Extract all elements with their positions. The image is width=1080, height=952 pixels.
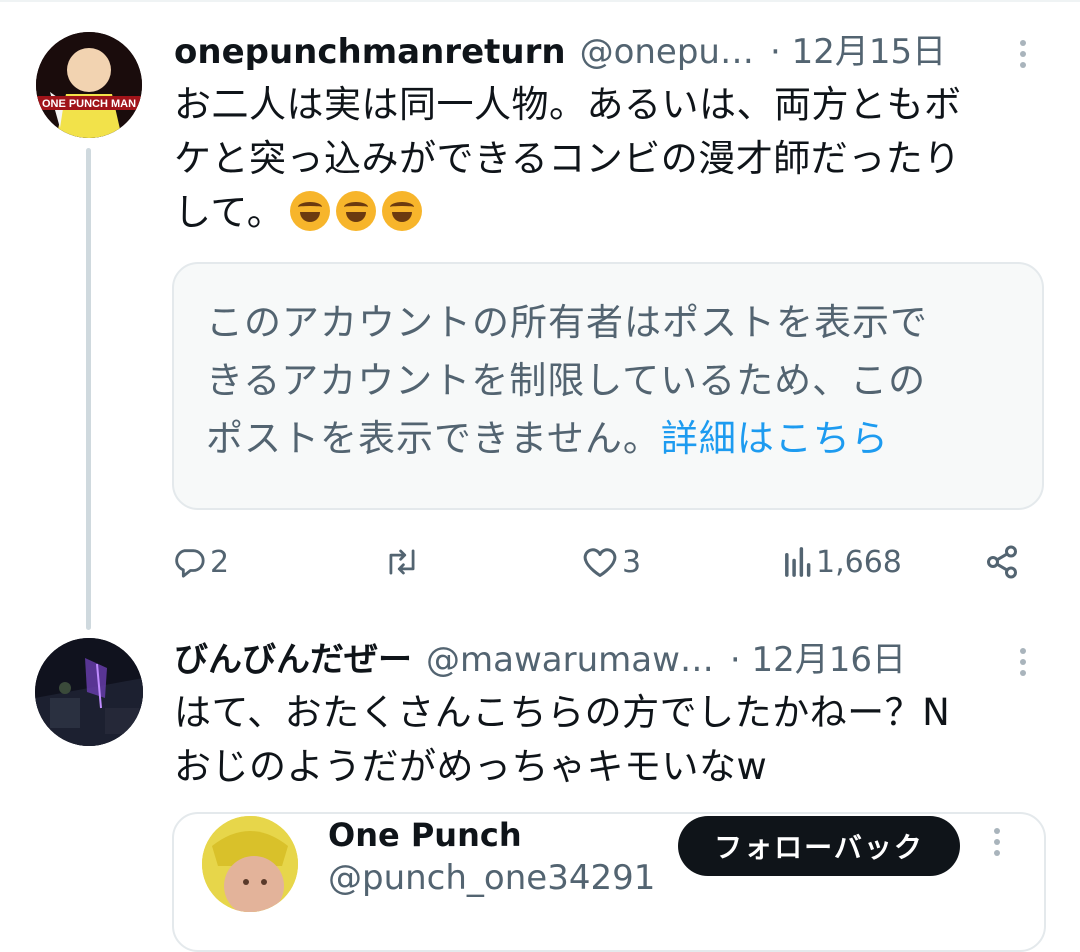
more-options-icon[interactable] <box>1016 40 1030 73</box>
user-handle[interactable]: @onepu… <box>580 32 754 72</box>
post-text: お二人は実は同一人物。あるいは、両方ともボ ケと突っ込みができるコンビの漫才師だ… <box>174 78 1044 240</box>
like-count: 3 <box>622 544 642 580</box>
avatar-binbindaze[interactable] <box>35 638 143 746</box>
restricted-post-notice: このアカウントの所有者はポストを表示で きるアカウントを制限しているため、この … <box>172 262 1044 510</box>
reply-icon <box>175 549 205 578</box>
post-text-line: はて、おたくさんこちらの方でしたかねー？N <box>174 691 951 734</box>
repost-button[interactable] <box>384 540 424 584</box>
views-count: 1,668 <box>816 544 902 580</box>
post-actions-bar: 2 3 1,668 <box>172 540 1032 584</box>
quoted-user-handle[interactable]: @punch_one34291 <box>328 858 655 898</box>
thread-connector-line <box>86 148 91 630</box>
post-text: はて、おたくさんこちらの方でしたかねー？N おじのようだがめっちゃキモいなw <box>174 686 1044 794</box>
avatar-image <box>35 638 143 746</box>
share-icon <box>987 545 1017 579</box>
user-handle[interactable]: @mawarumaw… <box>426 640 714 680</box>
follow-back-button[interactable]: フォローバック <box>678 816 960 876</box>
post-text-line: ケと突っ込みができるコンビの漫才師だったり <box>174 137 961 180</box>
post-text-line: おじのようだがめっちゃキモいなw <box>174 745 768 788</box>
post-header: onepunchmanreturn @onepu… · 12月15日 <box>174 24 946 72</box>
notice-line: このアカウントの所有者はポストを表示で <box>206 301 928 344</box>
notice-fragment: ポストを表示できません。 <box>206 417 661 460</box>
repost-icon <box>389 549 415 575</box>
display-name[interactable]: onepunchmanreturn <box>174 32 566 72</box>
laughing-emoji-icon <box>382 191 423 231</box>
like-button[interactable]: 3 <box>582 540 641 584</box>
quoted-user-avatar[interactable] <box>202 816 298 912</box>
notice-line: きるアカウントを制限しているため、この <box>206 359 927 402</box>
views-chart-icon <box>785 547 811 577</box>
top-divider <box>0 0 1080 2</box>
avatar-image <box>202 816 298 912</box>
user-card[interactable]: One Punch @punch_one34291 フォローバック <box>172 812 1046 952</box>
share-button[interactable] <box>984 540 1020 584</box>
more-options-icon[interactable] <box>1016 648 1030 681</box>
reply-count: 2 <box>210 544 230 580</box>
heart-icon <box>583 548 617 577</box>
views-button[interactable]: 1,668 <box>782 540 902 584</box>
post-date[interactable]: · 12月15日 <box>770 24 946 73</box>
reply-button[interactable]: 2 <box>172 540 229 584</box>
post-text-fragment: して。 <box>174 191 285 234</box>
laughing-emoji-icon <box>290 191 331 231</box>
notice-text: このアカウントの所有者はポストを表示で きるアカウントを制限しているため、この … <box>206 294 1006 468</box>
post-date[interactable]: · 12月16日 <box>730 632 906 681</box>
avatar-image: ONE PUNCH MAN <box>36 32 142 138</box>
post-text-line: お二人は実は同一人物。あるいは、両方ともボ <box>174 83 962 126</box>
notice-line: ポストを表示できません。詳細はこちら <box>206 410 1006 468</box>
quoted-user-name[interactable]: One Punch <box>328 816 522 854</box>
avatar-logo-text: ONE PUNCH MAN <box>42 98 136 110</box>
post-text-line: して。 <box>174 186 1044 240</box>
avatar-onepunchmanreturn[interactable]: ONE PUNCH MAN <box>36 32 142 138</box>
more-options-icon[interactable] <box>990 828 1004 861</box>
laughing-emoji-icon <box>336 191 377 231</box>
learn-more-link[interactable]: 詳細はこちら <box>661 417 889 460</box>
post-header: びんびんだぜー @mawarumaw… · 12月16日 <box>174 632 906 680</box>
display-name[interactable]: びんびんだぜー <box>174 632 412 681</box>
